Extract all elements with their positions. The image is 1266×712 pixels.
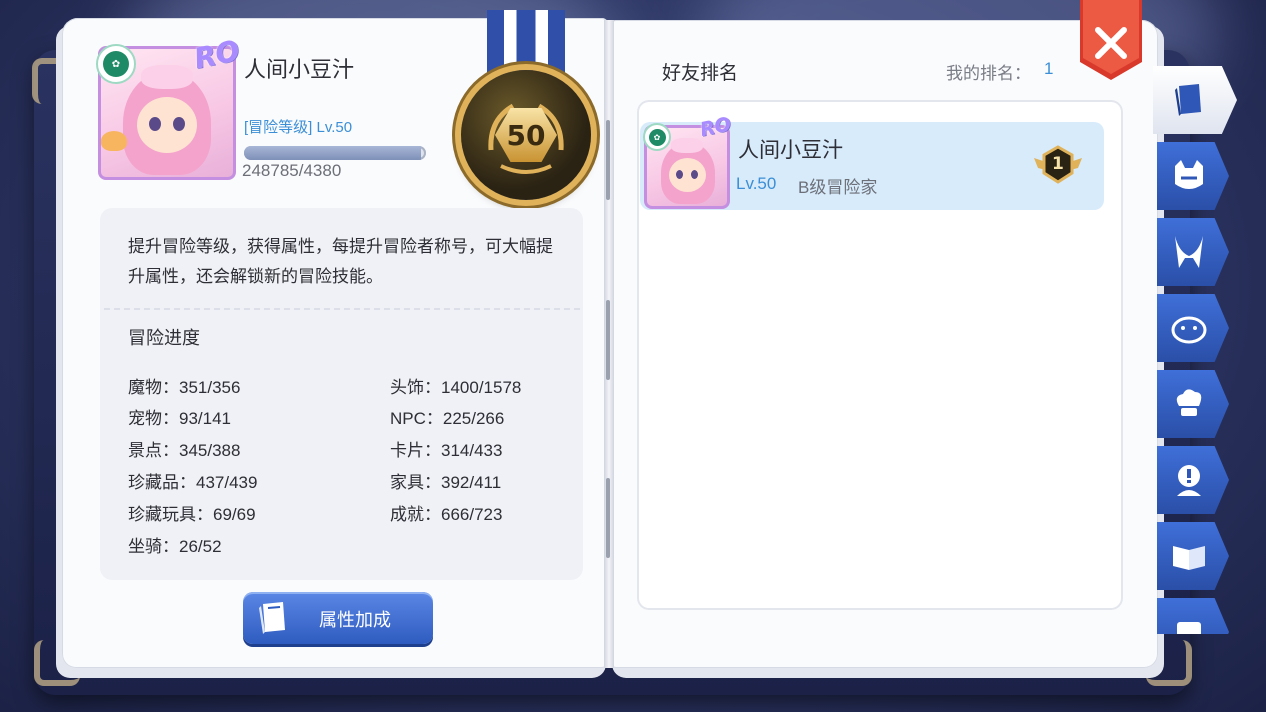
- chef-hat-icon: [1176, 389, 1202, 416]
- guild-badge-icon: ✿: [96, 44, 136, 84]
- rank-1-badge: 1: [1032, 144, 1084, 186]
- stat-toys: 珍藏玩具：69/69: [128, 505, 256, 524]
- tab-encyclopedia[interactable]: [1157, 522, 1229, 590]
- tab-scenery[interactable]: [1157, 294, 1229, 362]
- avatar-bow: [141, 65, 193, 89]
- my-rank-label: 我的排名：: [946, 64, 1031, 83]
- medal-level-number: 50: [506, 118, 546, 152]
- stat-collectibles: 珍藏品：437/439: [128, 473, 258, 492]
- stat-cards: 卡片：314/433: [390, 441, 503, 460]
- attribute-bonus-label: 属性加成: [319, 610, 391, 630]
- spine-binding: [606, 120, 610, 200]
- avatar-eye: [676, 170, 683, 179]
- spine-binding: [606, 478, 610, 558]
- guild-badge-icon: ✿: [643, 123, 671, 151]
- friend-title: B级冒险家: [798, 178, 878, 197]
- stat-npc: NPC：225/266: [390, 409, 505, 428]
- tab-npc[interactable]: [1157, 446, 1229, 514]
- attribute-bonus-button[interactable]: 属性加成: [243, 592, 433, 644]
- avatar-eye: [691, 170, 698, 179]
- rank-number: 1: [1052, 154, 1064, 174]
- book-icon: [1175, 84, 1201, 116]
- stat-furniture: 家具：392/411: [390, 473, 502, 492]
- stat-headwear: 头饰：1400/1578: [390, 378, 522, 397]
- open-book-icon: [1173, 546, 1205, 570]
- npc-exclaim-icon: [1177, 465, 1201, 496]
- stat-achievements: 成就：666/723: [390, 505, 503, 524]
- adventure-rank-label: [冒险等级] Lv.50: [244, 119, 353, 136]
- close-icon: [1080, 0, 1142, 80]
- tab-cooking[interactable]: [1157, 370, 1229, 438]
- card-icon: [1177, 622, 1201, 634]
- divider: [104, 308, 580, 310]
- stat-mounts: 坐骑：26/52: [128, 537, 222, 556]
- book-icon: [259, 602, 285, 634]
- stat-scenery: 景点：345/388: [128, 441, 241, 460]
- friend-ranking-title: 好友排名: [662, 63, 739, 84]
- friend-level: Lv.50: [736, 174, 777, 193]
- adventure-description: 提升冒险等级，获得属性，每提升冒险者称号，可大幅提升属性，还会解锁新的冒险技能。: [128, 237, 553, 286]
- xp-progress-bar: [244, 146, 426, 160]
- friend-name: 人间小豆汁: [738, 139, 843, 162]
- avatar-eye: [149, 117, 161, 131]
- level-medal: 50: [461, 70, 591, 200]
- scenery-face-icon: [1171, 316, 1207, 344]
- avatar-face: [669, 158, 706, 192]
- avatar-bow: [671, 138, 703, 153]
- my-rank-value: 1: [1044, 59, 1054, 78]
- progress-title: 冒险进度: [128, 328, 200, 348]
- tab-pets[interactable]: [1157, 218, 1229, 286]
- xp-text: 248785/4380: [242, 161, 342, 180]
- tab-adventure-book[interactable]: [1153, 66, 1237, 134]
- avatar-face: [137, 97, 197, 153]
- player-name: 人间小豆汁: [244, 57, 355, 82]
- pet-ears-icon: [1175, 236, 1203, 268]
- monster-face-icon: [1175, 160, 1203, 189]
- spine-binding: [606, 300, 610, 380]
- tab-cards[interactable]: [1157, 598, 1229, 634]
- xp-progress-fill: [244, 146, 421, 160]
- tab-monsters[interactable]: [1157, 142, 1229, 210]
- avatar-eye: [173, 117, 185, 131]
- stat-monster: 魔物：351/356: [128, 378, 241, 397]
- close-button[interactable]: [1078, 0, 1144, 80]
- stat-pet: 宠物：93/141: [128, 409, 231, 428]
- avatar-slime-pet: [101, 131, 127, 151]
